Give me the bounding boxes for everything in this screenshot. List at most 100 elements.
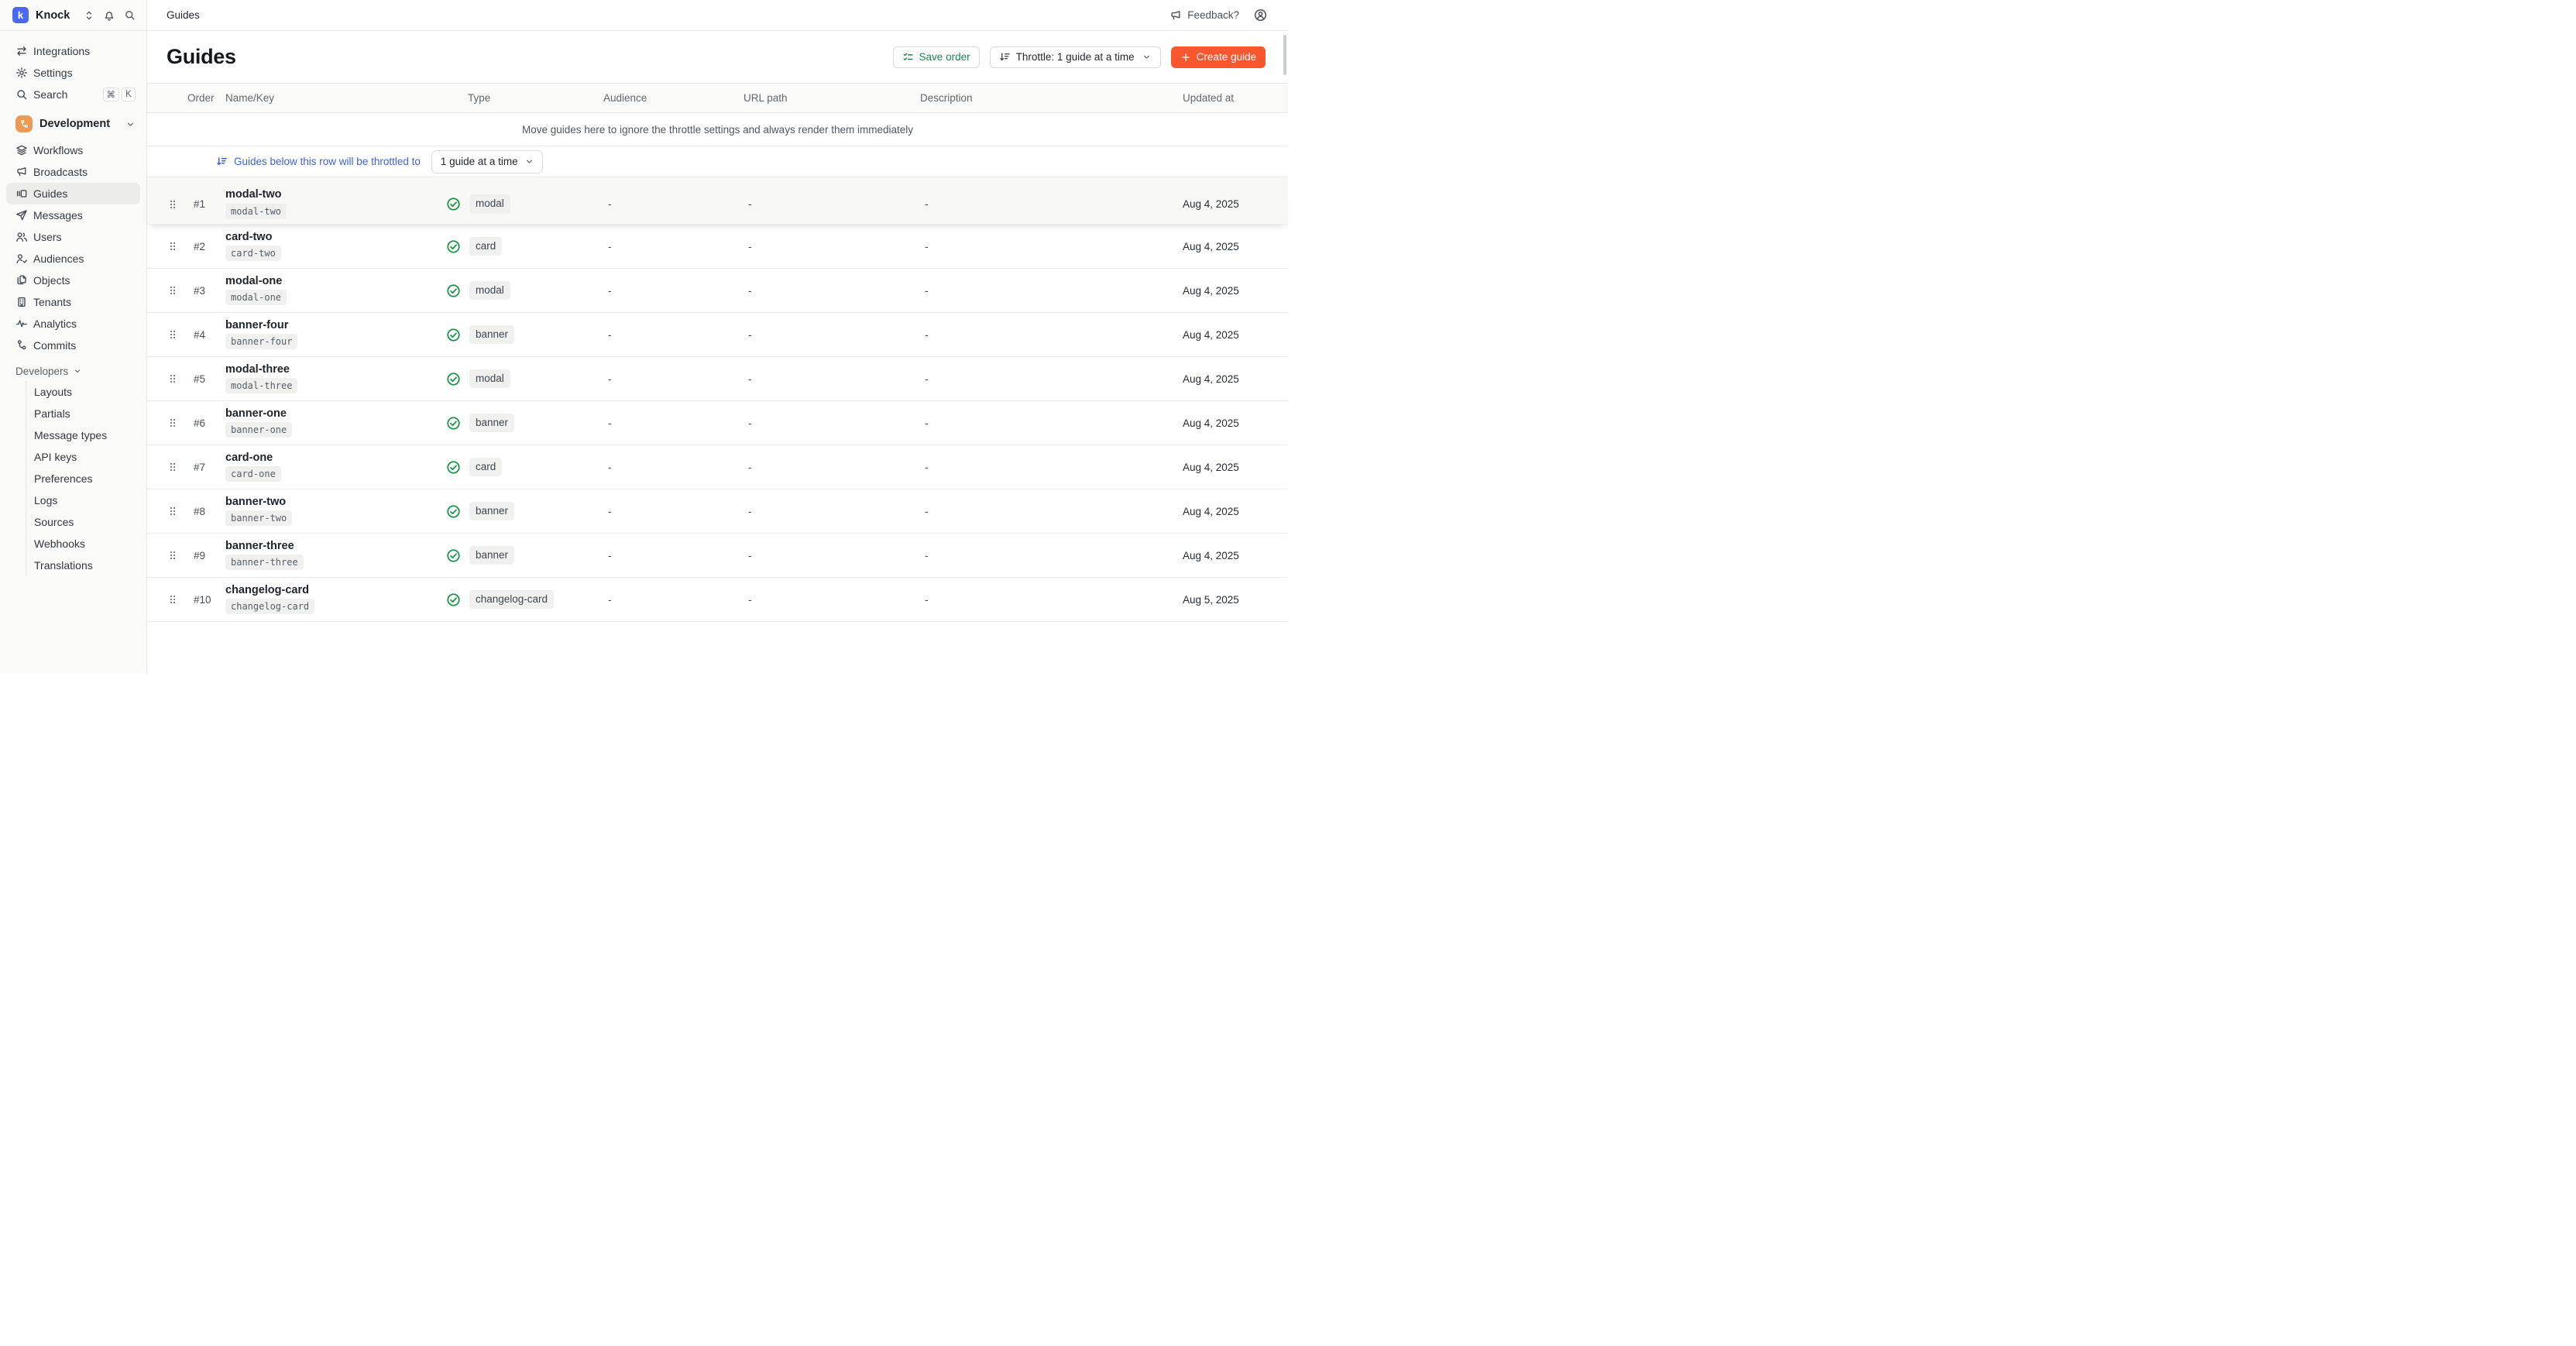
sidebar-item-api-keys[interactable]: API keys [26, 446, 140, 468]
kbd-k: K [122, 88, 136, 101]
guide-row[interactable]: #10 changelog-card changelog-card change… [147, 578, 1288, 622]
list-check-icon [902, 51, 914, 63]
workspace-name: Knock [36, 9, 70, 22]
sidebar-item-translations[interactable]: Translations [26, 555, 140, 576]
drag-handle-icon[interactable] [167, 462, 178, 472]
guide-audience: - [603, 462, 744, 473]
sidebar-item-tenants[interactable]: Tenants [6, 291, 140, 313]
status-active-check-icon [446, 504, 461, 519]
drag-handle-icon[interactable] [167, 241, 178, 252]
ignore-throttle-dropzone[interactable]: Move guides here to ignore the throttle … [147, 113, 1288, 146]
guide-updated-at: Aug 4, 2025 [1183, 329, 1288, 341]
guide-name[interactable]: banner-two [225, 496, 286, 508]
guide-row[interactable]: #2 card-two card-two card - - - Aug 4, [147, 225, 1288, 269]
sidebar-item-layouts[interactable]: Layouts [26, 381, 140, 403]
throttle-value-select[interactable]: 1 guide at a time [431, 150, 543, 173]
guide-row[interactable]: #3 modal-one modal-one modal - - - Aug [147, 269, 1288, 313]
sidebar-item-broadcasts[interactable]: Broadcasts [6, 161, 140, 183]
guide-name[interactable]: modal-three [225, 364, 290, 376]
guide-name[interactable]: modal-one [225, 276, 282, 287]
guide-row[interactable]: #8 banner-two banner-two banner - - - A [147, 489, 1288, 534]
status-active-check-icon [446, 328, 461, 342]
drag-handle-icon[interactable] [167, 329, 178, 340]
guide-description: - [920, 373, 1183, 385]
sidebar-item-analytics[interactable]: Analytics [6, 313, 140, 335]
guide-row[interactable]: #9 banner-three banner-three banner - - … [147, 534, 1288, 578]
environment-switcher[interactable]: Development [6, 112, 140, 136]
guide-type-chip: banner [469, 502, 514, 520]
guide-order: #7 [187, 462, 225, 473]
drag-handle-icon[interactable] [167, 285, 178, 296]
guide-order: #10 [187, 594, 225, 606]
guide-name[interactable]: banner-one [225, 408, 287, 420]
guide-row[interactable]: #4 banner-four banner-four banner - - - [147, 313, 1288, 357]
guide-url-path: - [744, 506, 920, 517]
search-icon [15, 88, 28, 101]
throttle-dropdown-button[interactable]: Throttle: 1 guide at a time [990, 46, 1161, 68]
notifications-bell-icon[interactable] [103, 9, 115, 22]
sidebar-item-integrations[interactable]: Integrations [6, 40, 140, 62]
sidebar-item-workflows[interactable]: Workflows [6, 139, 140, 161]
guide-row[interactable]: #7 card-one card-one card - - - Aug 4, [147, 445, 1288, 489]
drag-handle-icon[interactable] [167, 417, 178, 428]
guide-type-chip: modal [469, 194, 510, 213]
avatar[interactable] [1253, 8, 1268, 22]
guide-name[interactable]: changelog-card [225, 585, 309, 596]
drag-handle-icon[interactable] [167, 506, 178, 517]
developers-section-toggle[interactable]: Developers [0, 361, 146, 381]
guide-row[interactable]: #6 banner-one banner-one banner - - - A [147, 401, 1288, 445]
save-order-button[interactable]: Save order [893, 46, 980, 68]
sidebar-item-label: Workflows [33, 144, 83, 156]
sidebar-item-webhooks[interactable]: Webhooks [26, 533, 140, 555]
sidebar-item-commits[interactable]: Commits [6, 335, 140, 356]
developers-subnav: Layouts Partials Message types API keys … [26, 381, 146, 576]
guide-row[interactable]: #1 modal-two modal-two modal - - - Aug [147, 184, 1288, 225]
feedback-button[interactable]: Feedback? [1170, 9, 1239, 22]
guide-name[interactable]: card-one [225, 452, 273, 464]
sidebar-item-audiences[interactable]: Audiences [6, 248, 140, 270]
guide-name[interactable]: banner-four [225, 320, 288, 331]
drag-handle-icon[interactable] [167, 373, 178, 384]
column-header-url-path: URL path [744, 92, 920, 104]
drag-handle-icon[interactable] [167, 199, 178, 210]
workspace-switcher-icon[interactable] [84, 10, 94, 21]
drag-handle-icon[interactable] [167, 594, 178, 605]
sidebar-item-label: Integrations [33, 45, 90, 57]
sidebar-item-settings[interactable]: Settings [6, 62, 140, 84]
sidebar: k Knock Integrations [0, 0, 147, 673]
throttle-divider-link[interactable]: Guides below this row will be throttled … [216, 156, 421, 167]
chevron-down-icon [524, 156, 534, 167]
sidebar-item-objects[interactable]: Objects [6, 270, 140, 291]
sidebar-item-sources[interactable]: Sources [26, 511, 140, 533]
search-icon[interactable] [124, 9, 136, 21]
guide-name[interactable]: modal-two [225, 189, 282, 201]
sidebar-item-logs[interactable]: Logs [26, 489, 140, 511]
throttle-divider-row: Guides below this row will be throttled … [147, 146, 1288, 177]
guide-type-chip: card [469, 237, 502, 256]
guide-order: #8 [187, 506, 225, 517]
page-title: Guides [167, 45, 236, 69]
guide-row[interactable]: #5 modal-three modal-three modal - - - [147, 357, 1288, 401]
create-guide-button[interactable]: Create guide [1171, 46, 1266, 68]
user-circle-icon [1253, 8, 1268, 22]
guide-name[interactable]: card-two [225, 232, 272, 243]
sidebar-item-message-types[interactable]: Message types [26, 424, 140, 446]
guide-description: - [920, 506, 1183, 517]
guide-url-path: - [744, 462, 920, 473]
paper-plane-icon [15, 209, 28, 221]
scrollbar-thumb[interactable] [1283, 35, 1286, 75]
column-header-updated-at: Updated at [1183, 92, 1288, 104]
sidebar-item-messages[interactable]: Messages [6, 204, 140, 226]
sidebar-item-guides[interactable]: Guides [6, 183, 140, 204]
sidebar-item-search[interactable]: Search ⌘ K [6, 84, 140, 105]
guide-description: - [920, 285, 1183, 297]
sidebar-item-users[interactable]: Users [6, 226, 140, 248]
guide-updated-at: Aug 4, 2025 [1183, 550, 1288, 561]
drag-handle-icon[interactable] [167, 550, 178, 561]
guide-audience: - [603, 550, 744, 561]
guide-name[interactable]: banner-three [225, 541, 294, 552]
sidebar-item-partials[interactable]: Partials [26, 403, 140, 424]
sidebar-item-label: Sources [34, 516, 74, 528]
sidebar-item-preferences[interactable]: Preferences [26, 468, 140, 489]
column-header-name-key: Name/Key [225, 92, 446, 104]
